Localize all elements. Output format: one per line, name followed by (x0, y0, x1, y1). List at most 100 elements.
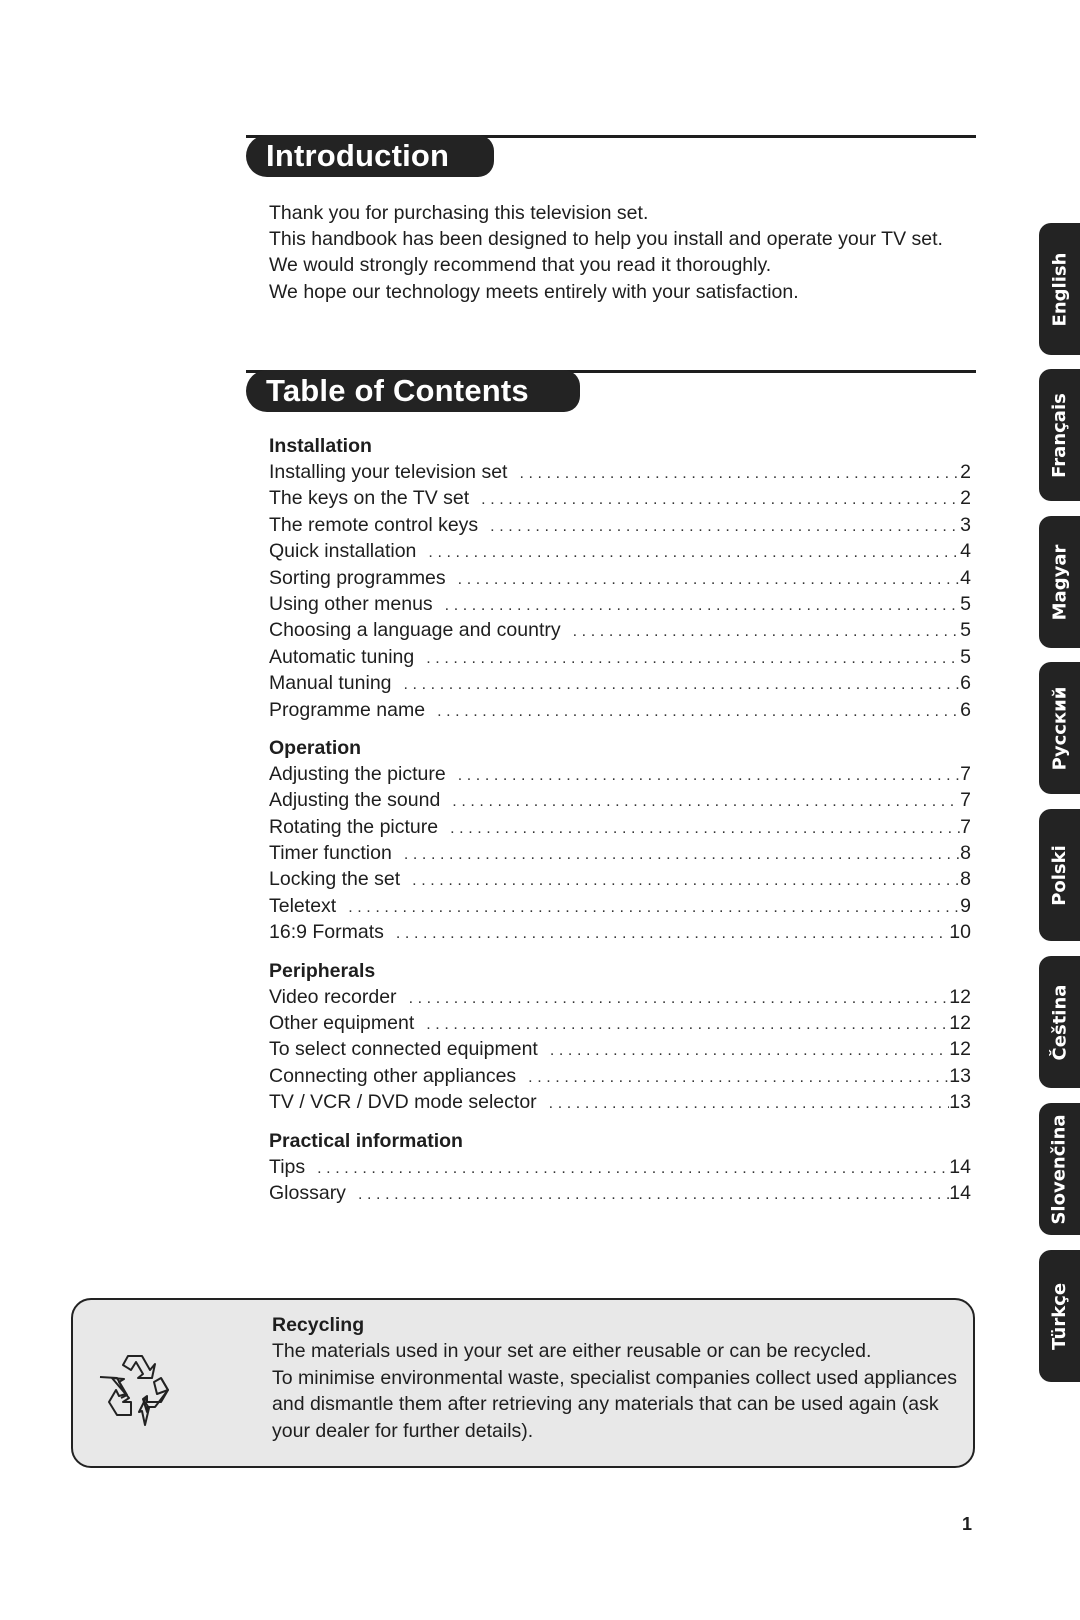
toc-entry-page: 13 (949, 1064, 971, 1087)
toc-entry-label: Glossary (269, 1181, 346, 1204)
toc-entry-label: Locking the set (269, 868, 401, 891)
language-tab[interactable]: English (1039, 223, 1080, 355)
toc-entry[interactable]: The keys on the TV set..................… (269, 485, 971, 511)
toc-leader-dots: ........................................… (412, 872, 960, 890)
toc-entry[interactable]: Choosing a language and country.........… (269, 617, 971, 643)
toc-entry[interactable]: Manual tuning...........................… (269, 670, 971, 696)
toc-leader-dots: ........................................… (317, 1159, 949, 1177)
toc-entry[interactable]: Other equipment.........................… (269, 1010, 971, 1036)
toc-leader-dots: ........................................… (444, 596, 961, 614)
toc-leader-dots: ........................................… (403, 846, 960, 864)
toc-leader-dots: ........................................… (528, 1068, 949, 1086)
recycling-title: Recycling (272, 1314, 365, 1336)
toc-entry-page: 4 (960, 566, 971, 589)
toc-leader-dots: ........................................… (519, 465, 960, 482)
toc-entry[interactable]: Timer function..........................… (269, 840, 971, 866)
toc-entry[interactable]: Locking the set.........................… (269, 866, 971, 892)
toc-entry[interactable]: The remote control keys.................… (269, 512, 971, 538)
toc-entry[interactable]: Glossary................................… (269, 1180, 971, 1206)
language-tab[interactable]: Français (1039, 369, 1080, 501)
toc-entry-page: 6 (960, 672, 971, 695)
toc-leader-dots: ........................................… (481, 491, 961, 509)
introduction-title: Introduction (246, 135, 494, 177)
toc-leader-dots: ........................................… (403, 676, 961, 694)
toc-entry[interactable]: TV / VCR / DVD mode selector............… (269, 1089, 971, 1115)
toc-entry[interactable]: Automatic tuning........................… (269, 644, 971, 670)
toc-entry[interactable]: To select connected equipment...........… (269, 1036, 971, 1062)
recycling-line: your dealer for further details). (272, 1419, 534, 1442)
toc-entry[interactable]: Sorting programmes......................… (269, 565, 971, 591)
toc-entry-label: Using other menus (269, 592, 433, 615)
toc-entry-page: 2 (960, 487, 971, 510)
language-tab-label: Français (1049, 392, 1070, 478)
toc-group-title: Operation (269, 736, 362, 759)
toc-entry-page: 9 (960, 894, 971, 917)
toc-entry-label: Automatic tuning (269, 645, 415, 668)
language-tab-label: Magyar (1049, 544, 1071, 620)
toc-entry-page: 12 (949, 1012, 971, 1035)
recycling-line: The materials used in your set are eithe… (272, 1340, 872, 1363)
toc-entry[interactable]: Installing your television set..........… (269, 459, 971, 485)
toc-entry-page: 10 (949, 921, 971, 944)
introduction-text: Thank you for purchasing this television… (269, 200, 969, 305)
toc-entry[interactable]: Tips....................................… (269, 1154, 971, 1180)
language-tab[interactable]: Русский (1039, 662, 1080, 794)
toc-entry-page: 6 (960, 698, 971, 721)
toc-entry-page: 14 (949, 1181, 971, 1204)
language-tab[interactable]: Čeština (1039, 956, 1080, 1088)
recycle-icon (99, 1355, 169, 1426)
toc-leader-dots: ........................................… (548, 1095, 950, 1113)
toc-leader-dots: ........................................… (357, 1185, 949, 1203)
recycling-line: and dismantle them after retrieving any … (272, 1393, 939, 1416)
language-tab-label: Русский (1049, 686, 1070, 770)
toc-entry[interactable]: Quick installation......................… (269, 538, 971, 564)
toc-entry-page: 2 (960, 461, 971, 483)
toc-entry[interactable]: Programme name..........................… (269, 697, 971, 723)
language-tab[interactable]: Magyar (1039, 516, 1080, 648)
toc-group: Operation Adjusting the picture..........… (269, 735, 971, 946)
toc-leader-dots: ........................................… (395, 925, 949, 943)
toc-entry-label: Sorting programmes (269, 566, 446, 589)
recycling-notice: Recycling The materials used in your set… (71, 1298, 975, 1468)
toc-entry-label: Rotating the picture (269, 815, 439, 838)
toc-entry-label: Tips (269, 1155, 306, 1178)
toc-entry-label: The remote control keys (269, 513, 479, 536)
toc-entry-page: 4 (960, 540, 971, 563)
intro-line: We hope our technology meets entirely wi… (269, 280, 799, 303)
toc-entry[interactable]: Rotating the picture....................… (269, 814, 971, 840)
toc-entry[interactable]: Connecting other appliances.............… (269, 1063, 971, 1089)
language-tabs: English Français Magyar Русский Polski Češtin… (1038, 0, 1080, 1620)
toc-leader-dots: ........................................… (490, 517, 961, 535)
language-tab[interactable]: Türkçe (1039, 1250, 1080, 1382)
toc-group-title: Installation (269, 435, 372, 457)
toc-entry-page: 8 (960, 868, 971, 891)
language-tab-label: Čeština (1049, 984, 1070, 1060)
introduction-header: Introduction (246, 135, 976, 179)
toc-entry[interactable]: Adjusting the picture...................… (269, 761, 971, 787)
toc-entry[interactable]: Adjusting the sound.....................… (269, 787, 971, 813)
toc-entry[interactable]: Using other menus.......................… (269, 591, 971, 617)
toc-group-title: Practical information (269, 1129, 463, 1152)
toc-leader-dots: ........................................… (426, 649, 961, 667)
intro-line: We would strongly recommend that you rea… (269, 254, 772, 277)
toc-leader-dots: ........................................… (452, 793, 961, 811)
toc-leader-dots: ........................................… (572, 623, 961, 641)
toc-entry-label: To select connected equipment (269, 1038, 538, 1061)
toc-entry-page: 7 (960, 789, 971, 812)
toc-entry[interactable]: Video recorder..........................… (269, 984, 971, 1010)
intro-line: Thank you for purchasing this television… (269, 202, 649, 224)
language-tab[interactable]: Slovenčina (1039, 1103, 1080, 1235)
toc-leader-dots: ........................................… (457, 570, 961, 588)
language-tab[interactable]: Polski (1039, 809, 1080, 941)
toc-leader-dots: ........................................… (428, 544, 961, 562)
toc-entry-label: The keys on the TV set (269, 487, 470, 510)
toc-entry-label: Teletext (269, 894, 337, 917)
toc-entry-label: Quick installation (269, 540, 417, 563)
toc-group-title: Peripherals (269, 959, 376, 982)
toc-entry[interactable]: 16:9 Formats............................… (269, 919, 971, 945)
toc-entry[interactable]: Teletext................................… (269, 893, 971, 919)
toc-entry-page: 7 (960, 815, 971, 838)
toc-entry-page: 13 (949, 1091, 971, 1114)
toc-title: Table of Contents (246, 370, 580, 412)
toc-entry-page: 7 (960, 762, 971, 785)
